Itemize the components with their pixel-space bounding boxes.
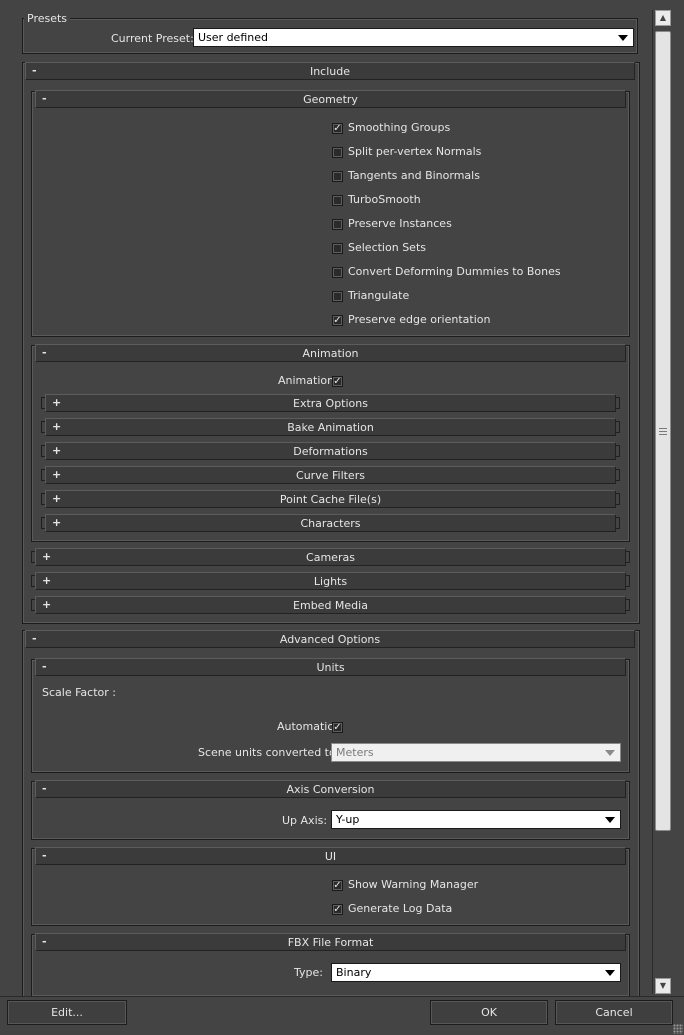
scroll-up-button[interactable]: ▲ — [655, 10, 671, 26]
triangulate-checkbox[interactable] — [332, 291, 343, 302]
up-axis-label: Up Axis: — [282, 814, 328, 827]
geometry-rollout-header[interactable]: - Geometry — [35, 90, 626, 108]
ok-button[interactable]: OK — [430, 1000, 548, 1025]
ui-title: UI — [324, 850, 337, 863]
deformations-rollout[interactable]: + Deformations — [45, 442, 616, 460]
selection-sets-label: Selection Sets — [348, 241, 426, 254]
grip-line — [659, 431, 667, 433]
convert-dummies-checkbox[interactable] — [332, 267, 343, 278]
characters-rollout[interactable]: + Characters — [45, 514, 616, 532]
bracket-right — [626, 551, 630, 563]
bracket-right — [616, 445, 620, 457]
current-preset-label: Current Preset: — [111, 32, 194, 45]
vertical-scrollbar[interactable]: ▲ ▼ — [652, 10, 673, 994]
turbosmooth-checkbox[interactable] — [332, 195, 343, 206]
convert-dummies-label: Convert Deforming Dummies to Bones — [348, 265, 561, 278]
preserve-edge-orientation-checkbox[interactable]: ✓ — [332, 315, 343, 326]
extra-options-rollout[interactable]: + Extra Options — [45, 394, 616, 412]
turbosmooth-label: TurboSmooth — [348, 193, 421, 206]
show-warning-manager-checkbox[interactable]: ✓ — [332, 880, 343, 891]
point-cache-title: Point Cache File(s) — [279, 493, 382, 506]
embed-media-rollout[interactable]: + Embed Media — [35, 596, 626, 614]
bracket-right — [616, 397, 620, 409]
bracket-right — [626, 575, 630, 587]
split-normals-label: Split per-vertex Normals — [348, 145, 482, 158]
tangents-binormals-checkbox[interactable] — [332, 171, 343, 182]
cancel-button[interactable]: Cancel — [555, 1000, 673, 1025]
bracket-right — [616, 493, 620, 505]
bake-animation-title: Bake Animation — [287, 421, 374, 434]
curve-filters-rollout[interactable]: + Curve Filters — [45, 466, 616, 484]
automatic-label: Automatic — [277, 720, 334, 733]
deformations-title: Deformations — [293, 445, 368, 458]
units-rollout-header[interactable]: - Units — [35, 658, 626, 676]
fbx-title: FBX File Format — [287, 936, 374, 949]
chevron-down-icon — [605, 817, 615, 823]
animation-checkbox[interactable]: ✓ — [332, 376, 343, 387]
lights-title: Lights — [313, 575, 348, 588]
geometry-title: Geometry — [303, 93, 358, 106]
advanced-rollout-header[interactable]: - Advanced Options — [25, 630, 635, 648]
preserve-instances-label: Preserve Instances — [348, 217, 452, 230]
axis-title: Axis Conversion — [286, 783, 375, 796]
grip-line — [659, 434, 667, 436]
split-normals-checkbox[interactable] — [332, 147, 343, 158]
include-rollout-header[interactable]: - Include — [25, 62, 635, 80]
preserve-instances-checkbox[interactable] — [332, 219, 343, 230]
scroll-thumb[interactable] — [655, 31, 671, 832]
cameras-rollout[interactable]: + Cameras — [35, 548, 626, 566]
units-title: Units — [316, 661, 345, 674]
triangulate-label: Triangulate — [348, 289, 410, 302]
selection-sets-checkbox[interactable] — [332, 243, 343, 254]
type-label: Type: — [294, 966, 323, 979]
point-cache-rollout[interactable]: + Point Cache File(s) — [45, 490, 616, 508]
bracket-right — [616, 421, 620, 433]
scene-units-label: Scene units converted to: — [198, 746, 340, 759]
resize-grip-icon[interactable] — [673, 1024, 683, 1034]
animation-rollout-header[interactable]: - Animation — [35, 344, 626, 362]
bake-animation-rollout[interactable]: + Bake Animation — [45, 418, 616, 436]
scene-units-dropdown[interactable]: Meters — [331, 743, 621, 762]
chevron-down-icon — [605, 970, 615, 976]
grip-line — [659, 428, 667, 430]
include-title: Include — [309, 65, 351, 78]
animation-toggle-label: Animation — [278, 374, 335, 387]
extra-options-title: Extra Options — [293, 397, 368, 410]
animation-title: Animation — [302, 347, 359, 360]
generate-log-data-checkbox[interactable]: ✓ — [332, 904, 343, 915]
current-preset-dropdown[interactable]: User defined — [193, 28, 634, 47]
preserve-edge-orientation-label: Preserve edge orientation — [348, 313, 491, 326]
scale-factor-label: Scale Factor : — [42, 686, 116, 699]
presets-legend: Presets — [24, 12, 71, 25]
type-dropdown[interactable]: Binary — [331, 963, 621, 982]
characters-title: Characters — [300, 517, 361, 530]
type-value: Binary — [336, 966, 372, 979]
show-warning-manager-label: Show Warning Manager — [348, 878, 479, 891]
ui-rollout-header[interactable]: - UI — [35, 847, 626, 865]
chevron-down-icon — [605, 750, 615, 756]
scroll-down-button[interactable]: ▼ — [655, 978, 671, 994]
fbx-rollout-header[interactable]: - FBX File Format — [35, 933, 626, 951]
lights-rollout[interactable]: + Lights — [35, 572, 626, 590]
current-preset-value: User defined — [198, 31, 268, 44]
bracket-right — [626, 599, 630, 611]
bracket-right — [616, 517, 620, 529]
embed-media-title: Embed Media — [293, 599, 368, 612]
smoothing-groups-label: Smoothing Groups — [348, 121, 451, 134]
advanced-title: Advanced Options — [279, 633, 381, 646]
edit-button[interactable]: Edit... — [7, 1000, 127, 1025]
curve-filters-title: Curve Filters — [296, 469, 365, 482]
geometry-panel — [31, 91, 630, 337]
scene-units-value: Meters — [336, 746, 374, 759]
tangents-binormals-label: Tangents and Binormals — [348, 169, 480, 182]
cameras-title: Cameras — [306, 551, 355, 564]
axis-rollout-header[interactable]: - Axis Conversion — [35, 780, 626, 798]
smoothing-groups-checkbox[interactable]: ✓ — [332, 123, 343, 134]
up-axis-dropdown[interactable]: Y-up — [331, 810, 621, 829]
automatic-checkbox[interactable]: ✓ — [332, 722, 343, 733]
bracket-right — [616, 469, 620, 481]
chevron-down-icon — [618, 35, 628, 41]
generate-log-data-label: Generate Log Data — [348, 902, 453, 915]
up-axis-value: Y-up — [336, 813, 360, 826]
